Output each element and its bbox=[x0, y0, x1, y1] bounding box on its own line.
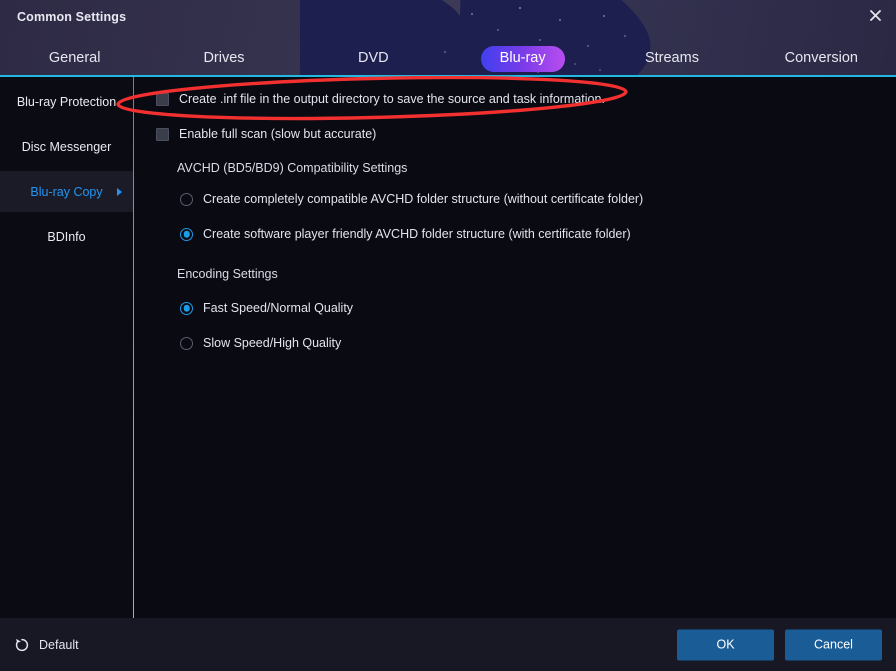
sidebar-item-label: Blu-ray Protection bbox=[16, 94, 117, 109]
checkbox-create-inf-file[interactable]: Create .inf file in the output directory… bbox=[156, 92, 605, 106]
radio-label: Create software player friendly AVCHD fo… bbox=[203, 227, 631, 241]
cancel-button[interactable]: Cancel bbox=[785, 629, 882, 660]
dialog-footer: Default OK Cancel bbox=[0, 618, 896, 671]
chevron-right-icon bbox=[117, 187, 122, 196]
checkbox-box bbox=[156, 127, 169, 141]
ok-button[interactable]: OK bbox=[677, 629, 774, 660]
close-icon bbox=[869, 9, 881, 21]
radio-label: Create completely compatible AVCHD folde… bbox=[203, 192, 644, 206]
sidebar-item-blu-ray-copy[interactable]: Blu-ray Copy bbox=[0, 171, 133, 212]
radio-circle bbox=[180, 192, 193, 206]
header-bottom-rule bbox=[0, 75, 896, 77]
window-title: Common Settings bbox=[17, 10, 127, 24]
tab-label: Blu-ray bbox=[480, 46, 565, 72]
radio-circle bbox=[180, 336, 193, 350]
tab-general[interactable]: General bbox=[0, 42, 149, 72]
tab-streams[interactable]: Streams bbox=[597, 42, 746, 72]
tab-label: DVD bbox=[358, 50, 389, 66]
reset-arrow-icon bbox=[15, 638, 29, 651]
radio-avchd-completely-compatible[interactable]: Create completely compatible AVCHD folde… bbox=[180, 192, 643, 206]
checkbox-box bbox=[156, 92, 169, 106]
checkbox-label: Enable full scan (slow but accurate) bbox=[179, 127, 377, 141]
tab-label: Streams bbox=[644, 50, 699, 66]
tab-bar: General Drives DVD Blu-ray Streams Conversion bbox=[0, 42, 896, 76]
dialog-header: Common Settings General Drives DVD Blu-ray S… bbox=[0, 0, 896, 76]
sidebar-item-bdinfo[interactable]: BDInfo bbox=[0, 216, 133, 257]
tab-conversion[interactable]: Conversion bbox=[747, 42, 896, 72]
avchd-group-title: AVCHD (BD5/BD9) Compatibility Settings bbox=[177, 161, 408, 175]
tab-label: General bbox=[48, 50, 101, 66]
radio-avchd-player-friendly[interactable]: Create software player friendly AVCHD fo… bbox=[180, 227, 631, 241]
sidebar-item-label: Blu-ray Copy bbox=[30, 184, 103, 199]
settings-content-panel: Create .inf file in the output directory… bbox=[134, 77, 896, 618]
sidebar-item-label: Disc Messenger bbox=[21, 139, 112, 154]
common-settings-dialog: Common Settings General Drives DVD Blu-ray S… bbox=[0, 0, 896, 671]
tab-label: Drives bbox=[203, 50, 245, 66]
radio-label: Fast Speed/Normal Quality bbox=[203, 301, 354, 315]
sidebar: Blu-ray Protection Disc Messenger Blu-ray … bbox=[0, 77, 133, 618]
sidebar-item-label: BDInfo bbox=[47, 229, 86, 244]
default-button[interactable]: Default bbox=[14, 637, 79, 653]
sidebar-item-blu-ray-protection[interactable]: Blu-ray Protection bbox=[0, 81, 133, 122]
radio-slow-speed-high-quality[interactable]: Slow Speed/High Quality bbox=[180, 336, 341, 350]
default-button-label: Default bbox=[39, 637, 79, 652]
radio-circle bbox=[180, 227, 193, 241]
dialog-body: Blu-ray Protection Disc Messenger Blu-ray … bbox=[0, 77, 896, 618]
tab-drives[interactable]: Drives bbox=[149, 42, 298, 72]
encoding-group-title: Encoding Settings bbox=[177, 267, 278, 281]
radio-fast-speed-normal-quality[interactable]: Fast Speed/Normal Quality bbox=[180, 301, 353, 315]
close-button[interactable] bbox=[860, 2, 890, 28]
sidebar-item-disc-messenger[interactable]: Disc Messenger bbox=[0, 126, 133, 167]
tab-label: Conversion bbox=[784, 50, 858, 66]
radio-label: Slow Speed/High Quality bbox=[203, 336, 342, 350]
tab-blu-ray[interactable]: Blu-ray bbox=[448, 42, 597, 72]
tab-dvd[interactable]: DVD bbox=[299, 42, 448, 72]
checkbox-label: Create .inf file in the output directory… bbox=[179, 92, 605, 106]
radio-circle bbox=[180, 301, 193, 315]
checkbox-enable-full-scan[interactable]: Enable full scan (slow but accurate) bbox=[156, 127, 376, 141]
